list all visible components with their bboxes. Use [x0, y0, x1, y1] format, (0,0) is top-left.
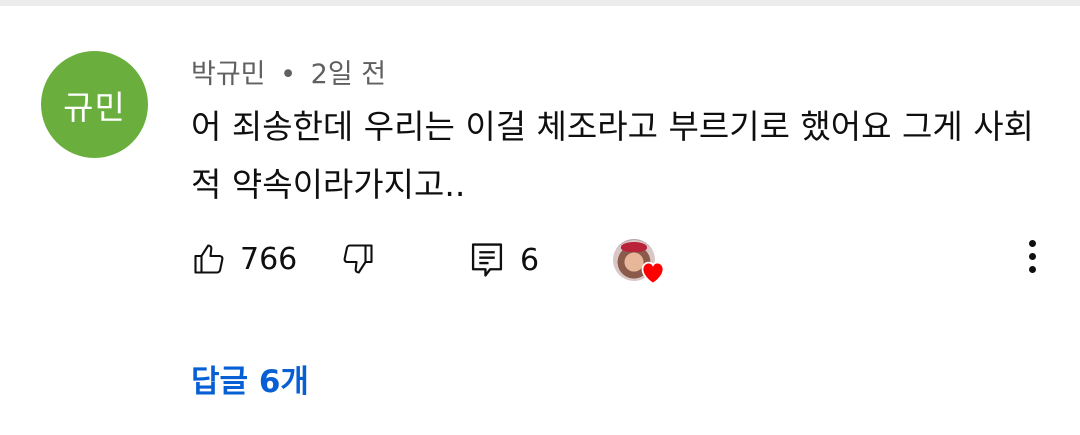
creator-heart-badge — [613, 239, 669, 289]
avatar-text: 규민 — [63, 87, 126, 127]
like-button[interactable]: 766 — [191, 241, 297, 277]
reply-button[interactable]: 6 — [470, 241, 539, 279]
reply-count: 6 — [520, 242, 540, 278]
comment-text: 어 죄송한데 우리는 이걸 체조라고 부르기로 했어요 그게 사회적 약속이라가… — [191, 107, 1034, 204]
thumbs-up-icon — [191, 241, 227, 277]
like-count: 766 — [240, 241, 298, 277]
meta-separator: • — [280, 59, 297, 90]
author-avatar[interactable]: 규민 — [41, 51, 148, 158]
view-replies-link[interactable]: 답글 6개 — [191, 356, 309, 401]
comment-meta: 박규민 • 2일 전 — [191, 52, 386, 91]
comment-time: 2일 전 — [310, 59, 387, 90]
thumbs-down-icon — [340, 241, 376, 277]
author-name[interactable]: 박규민 — [191, 59, 266, 90]
comment-icon — [470, 241, 504, 279]
dislike-button[interactable] — [340, 241, 376, 277]
more-vert-icon[interactable] — [1020, 240, 1044, 280]
comment-thread: 규민 박규민 • 2일 전 어 죄송한데 우리는 이걸 체조라고 부르기로 했어… — [0, 0, 1080, 435]
heart-icon — [639, 259, 667, 289]
